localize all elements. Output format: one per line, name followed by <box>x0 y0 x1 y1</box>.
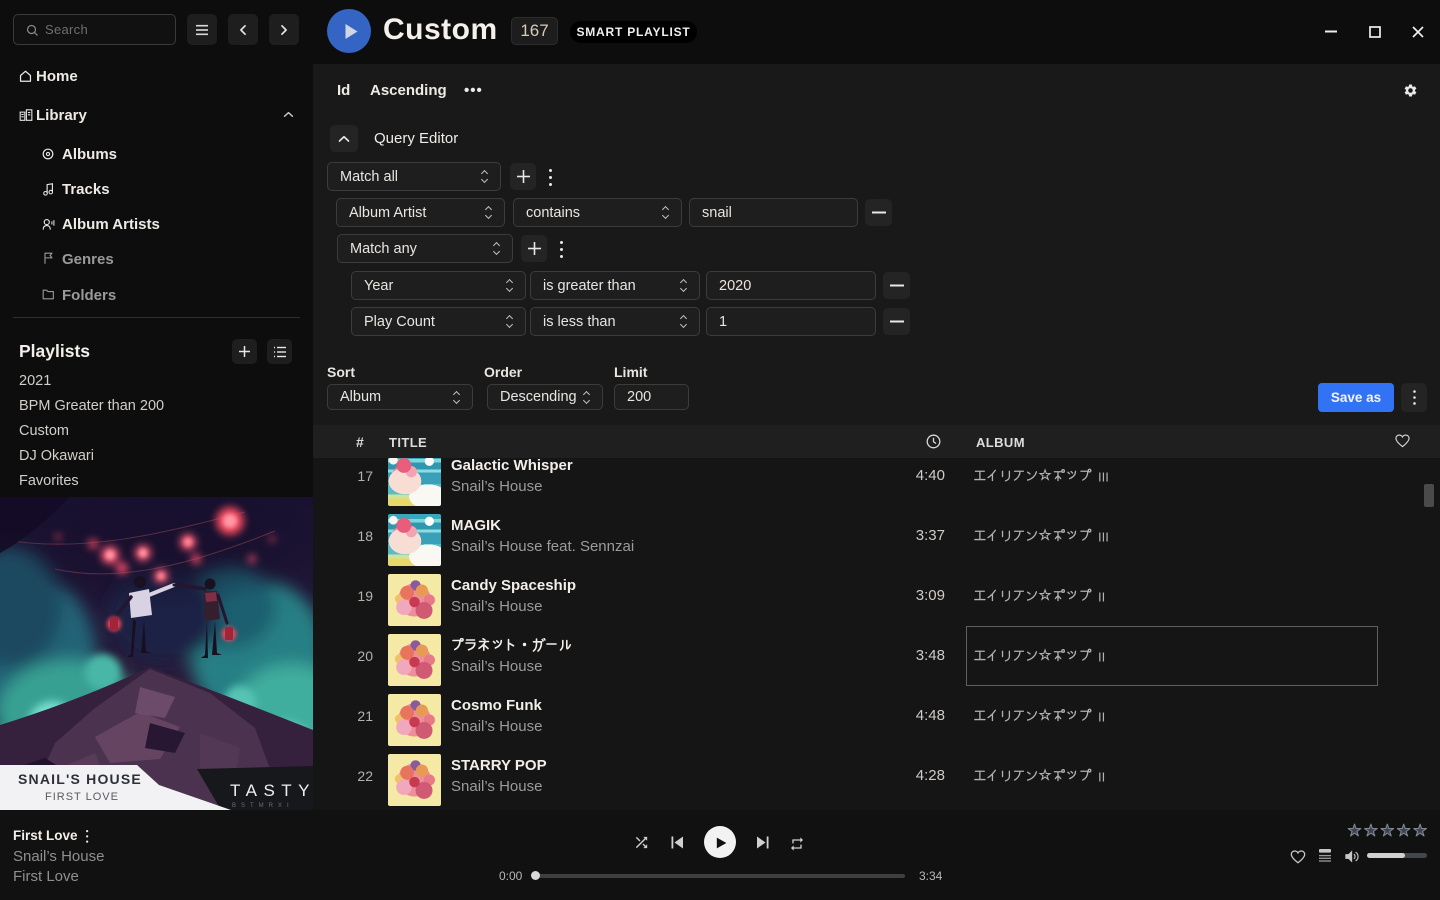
svg-text:FIRST LOVE: FIRST LOVE <box>45 791 119 803</box>
svg-text:SNAIL'S HOUSE: SNAIL'S HOUSE <box>18 771 142 787</box>
svg-text:III: III <box>1098 470 1109 485</box>
svg-text:BSTMRXI: BSTMRXI <box>232 803 294 809</box>
svg-text:TASTY: TASTY <box>230 781 313 800</box>
svg-text:III: III <box>1098 530 1109 545</box>
svg-text:II: II <box>1098 590 1105 605</box>
svg-text:II: II <box>1098 710 1105 725</box>
svg-text:II: II <box>1098 770 1105 785</box>
